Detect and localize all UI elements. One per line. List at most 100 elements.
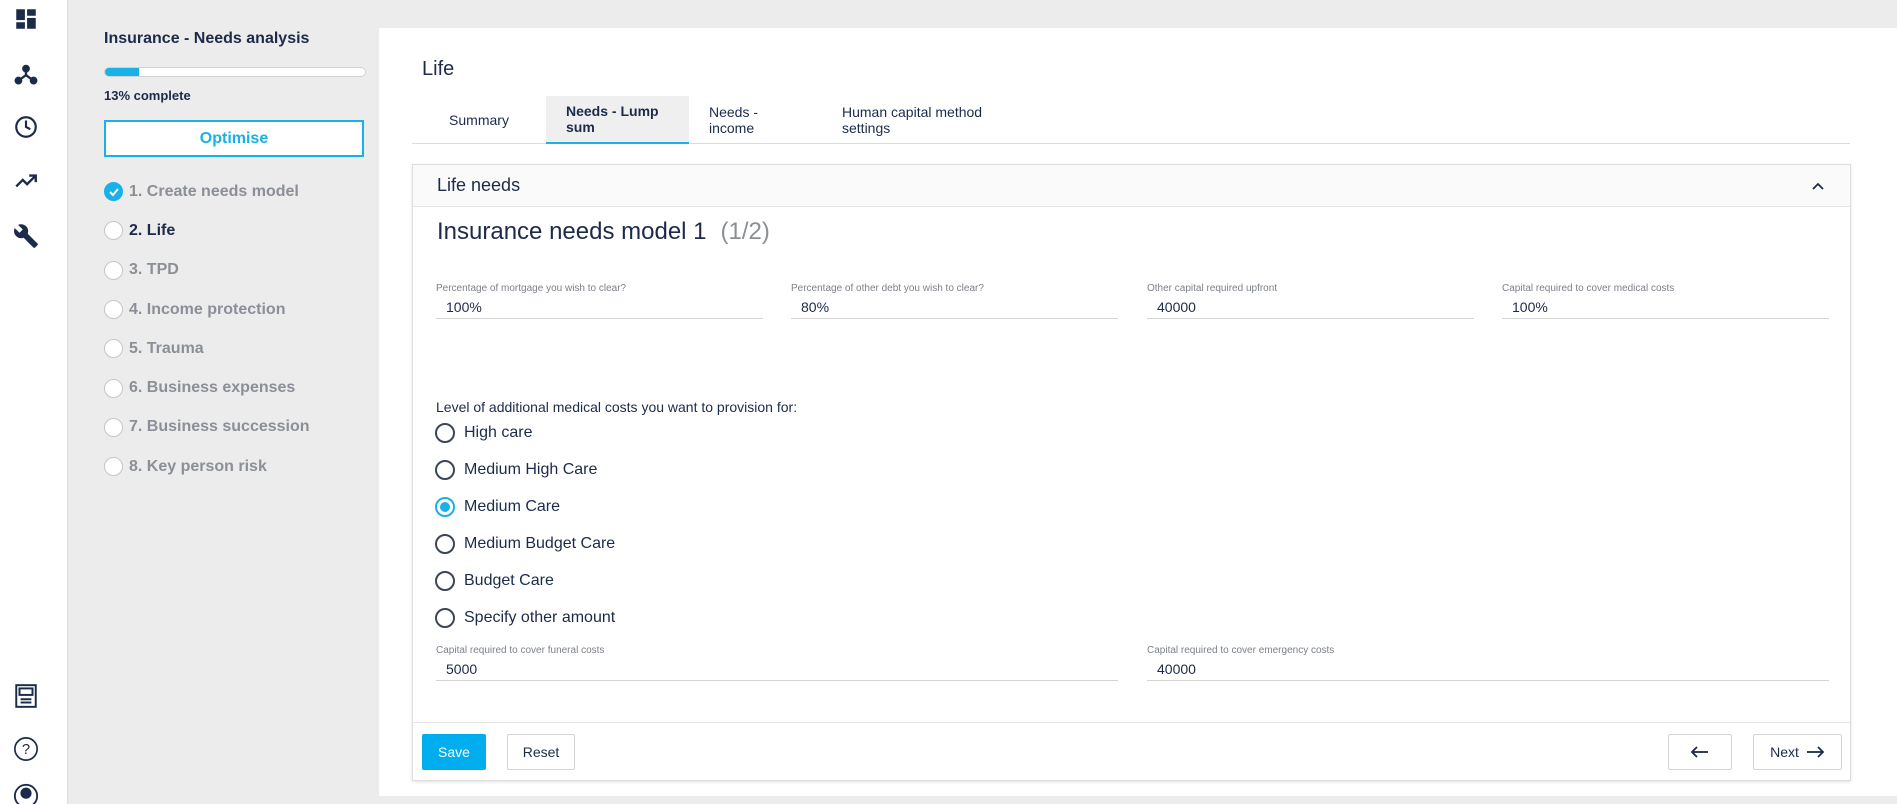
icon-rail: ? <box>0 0 68 804</box>
other-debt-percentage-input[interactable] <box>791 296 1118 318</box>
network-icon[interactable] <box>12 59 40 87</box>
sidebar-step[interactable]: 6. Business expenses <box>104 368 310 407</box>
main-panel: Life Summary Needs - Lump sum Needs - inco… <box>379 28 1897 796</box>
sidebar-step[interactable]: 2. Life <box>104 211 310 250</box>
sidebar-step[interactable]: 7. Business succession <box>104 408 310 447</box>
sidebar-step[interactable]: 3. TPD <box>104 251 310 290</box>
model-title: Insurance needs model 1 (1/2) <box>437 218 770 246</box>
sidebar-step-label: 3. TPD <box>129 261 179 279</box>
progress-sidebar: Insurance - Needs analysis 13% complete … <box>68 0 378 804</box>
funeral-costs-input[interactable] <box>436 658 1118 680</box>
field-label: Other capital required upfront <box>1147 283 1278 294</box>
sidebar-title: Insurance - Needs analysis <box>104 30 310 47</box>
medical-costs-capital-field: Capital required to cover medical costs <box>1502 283 1829 319</box>
page-title: Life <box>422 58 455 80</box>
tab-human-capital-method-settings[interactable]: Human capital method settings <box>822 96 1019 144</box>
next-button[interactable]: Next <box>1753 734 1842 770</box>
emergency-costs-input[interactable] <box>1147 658 1829 680</box>
progress-bar-fill <box>105 68 139 76</box>
field-label: Percentage of other debt you wish to cle… <box>791 283 984 294</box>
user-icon[interactable] <box>12 782 40 804</box>
step-circle-icon <box>104 221 123 241</box>
radio-checked-icon[interactable] <box>435 496 455 517</box>
radio-option-label: Medium High Care <box>464 460 598 478</box>
sidebar-step[interactable]: 1. Create needs model <box>104 172 310 211</box>
tab-needs-lump-sum[interactable]: Needs - Lump sum <box>546 96 689 144</box>
life-needs-card: Life needs Insurance needs model 1 (1/2) … <box>412 164 1851 781</box>
model-name: Insurance needs model 1 <box>437 218 707 245</box>
check-circle-icon <box>104 182 123 202</box>
steps-list: 1. Create needs model 2. Life 3. TPD 4. Inc… <box>104 172 310 486</box>
field-label: Capital required to cover emergency cost… <box>1147 645 1335 656</box>
sidebar-step[interactable]: 8. Key person risk <box>104 447 310 486</box>
tab-bar: Summary Needs - Lump sum Needs - income Hum… <box>412 96 1850 144</box>
step-circle-icon <box>104 457 123 477</box>
medical-level-question: Level of additional medical costs you wa… <box>436 399 798 415</box>
radio-option[interactable]: Medium Care <box>435 488 615 525</box>
radio-unchecked-icon[interactable] <box>435 422 455 443</box>
step-circle-icon <box>104 378 123 398</box>
card-footer: Save Reset Next <box>413 722 1850 780</box>
radio-option[interactable]: High care <box>435 414 615 451</box>
model-count: (1/2) <box>720 218 770 245</box>
mortgage-percentage-field: Percentage of mortgage you wish to clear… <box>436 283 763 319</box>
optimise-button[interactable]: Optimise <box>104 120 364 157</box>
other-capital-upfront-input[interactable] <box>1147 296 1474 318</box>
sidebar-step-label: 4. Income protection <box>129 300 286 318</box>
trending-up-icon[interactable] <box>12 167 40 195</box>
clock-icon[interactable] <box>12 113 40 141</box>
svg-text:?: ? <box>22 742 30 758</box>
other-capital-upfront-field: Other capital required upfront <box>1147 283 1474 319</box>
sidebar-step-label: 1. Create needs model <box>129 182 299 200</box>
medical-level-radio-group: High care Medium High Care Medium Care Medi… <box>435 414 615 636</box>
sidebar-step-label: 5. Trauma <box>129 339 204 357</box>
progress-text: 13% complete <box>104 88 191 103</box>
step-circle-icon <box>104 417 123 437</box>
emergency-costs-field: Capital required to cover emergency cost… <box>1147 645 1829 681</box>
radio-unchecked-icon[interactable] <box>435 533 455 554</box>
next-label: Next <box>1770 744 1799 760</box>
radio-option-label: Budget Care <box>464 571 554 589</box>
calculator-icon[interactable] <box>12 682 40 710</box>
radio-option[interactable]: Specify other amount <box>435 599 615 636</box>
arrow-left-icon <box>1690 746 1708 758</box>
reset-button[interactable]: Reset <box>507 734 575 770</box>
card-header[interactable]: Life needs <box>413 165 1850 207</box>
help-icon[interactable]: ? <box>12 735 40 763</box>
sidebar-step-label: 7. Business succession <box>129 418 310 436</box>
card-header-title: Life needs <box>437 175 521 195</box>
dashboard-icon[interactable] <box>12 5 40 33</box>
step-circle-icon <box>104 339 123 359</box>
radio-option[interactable]: Medium Budget Care <box>435 525 615 562</box>
radio-option-label: Medium Budget Care <box>464 534 616 552</box>
sidebar-step-label: 6. Business expenses <box>129 379 296 397</box>
other-debt-percentage-field: Percentage of other debt you wish to cle… <box>791 283 1118 319</box>
radio-option[interactable]: Medium High Care <box>435 451 615 488</box>
radio-unchecked-icon[interactable] <box>435 570 455 591</box>
sidebar-step[interactable]: 4. Income protection <box>104 290 310 329</box>
save-button[interactable]: Save <box>422 734 486 770</box>
sidebar-step-label: 8. Key person risk <box>129 457 267 475</box>
radio-option-label: High care <box>464 423 533 441</box>
radio-option[interactable]: Budget Care <box>435 562 615 599</box>
back-button[interactable] <box>1668 734 1732 770</box>
step-circle-icon <box>104 260 123 280</box>
progress-bar <box>104 67 366 77</box>
wrench-icon[interactable] <box>12 222 40 250</box>
radio-option-label: Specify other amount <box>464 608 616 626</box>
funeral-costs-field: Capital required to cover funeral costs <box>436 645 1118 681</box>
chevron-up-icon[interactable] <box>1810 178 1826 194</box>
sidebar-step[interactable]: 5. Trauma <box>104 329 310 368</box>
radio-unchecked-icon[interactable] <box>435 607 455 628</box>
arrow-right-icon <box>1806 746 1825 758</box>
radio-option-label: Medium Care <box>464 497 561 515</box>
tab-summary[interactable]: Summary <box>412 96 546 144</box>
field-label: Capital required to cover medical costs <box>1502 283 1675 294</box>
mortgage-percentage-input[interactable] <box>436 296 763 318</box>
tab-needs-income[interactable]: Needs - income <box>689 96 822 144</box>
sidebar-step-label: 2. Life <box>129 221 176 239</box>
medical-costs-capital-input[interactable] <box>1502 296 1829 318</box>
field-label: Percentage of mortgage you wish to clear… <box>436 283 627 294</box>
step-circle-icon <box>104 300 123 320</box>
radio-unchecked-icon[interactable] <box>435 459 455 480</box>
